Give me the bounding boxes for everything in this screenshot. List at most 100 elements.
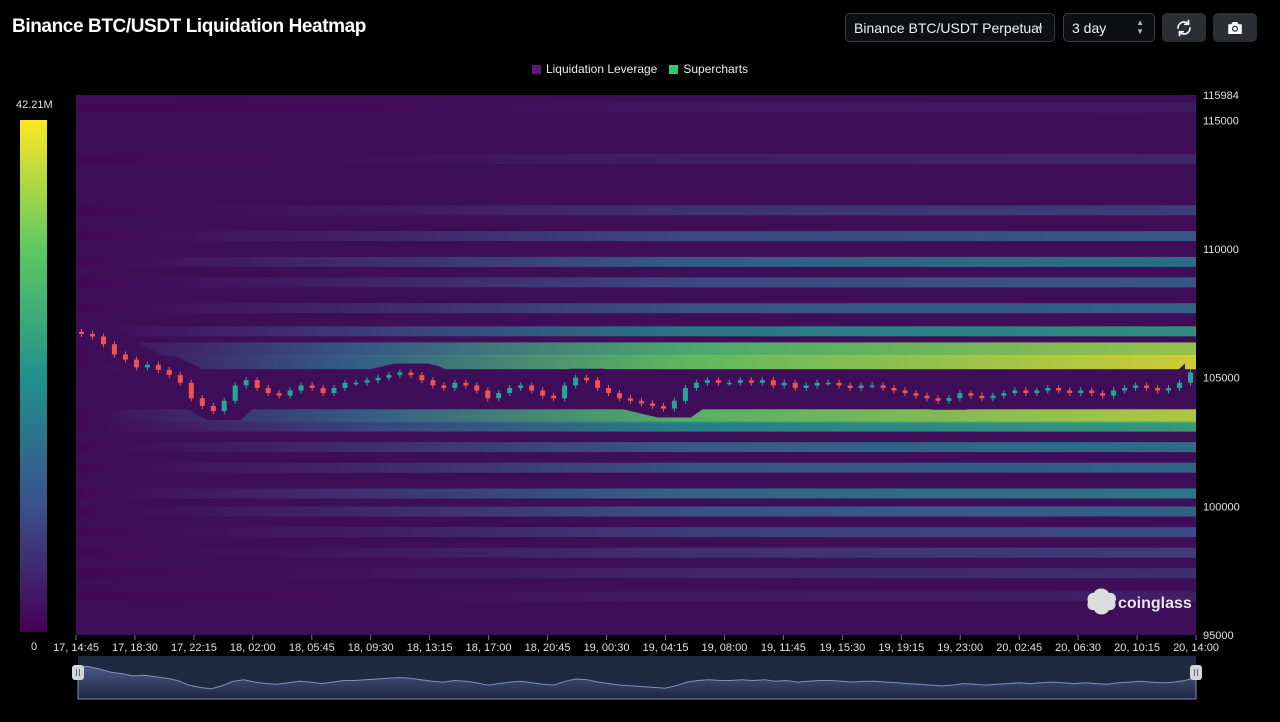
x-tick-label: 18, 17:00 bbox=[466, 642, 512, 654]
candle-body bbox=[1188, 372, 1193, 383]
candle-body bbox=[1001, 393, 1007, 396]
x-tick-label: 19, 08:00 bbox=[701, 642, 747, 654]
candle-body bbox=[1166, 388, 1171, 391]
candle-body bbox=[847, 385, 853, 388]
candle-body bbox=[364, 380, 370, 383]
candle-body bbox=[265, 388, 271, 394]
candle-body bbox=[199, 398, 205, 406]
candle-body bbox=[353, 382, 359, 385]
x-tick-label: 20, 10:15 bbox=[1114, 642, 1160, 654]
colorbar bbox=[20, 120, 47, 632]
candle-body bbox=[1177, 382, 1182, 388]
x-tick-label: 19, 04:15 bbox=[643, 642, 689, 654]
candle-body bbox=[1122, 388, 1128, 391]
candle-body bbox=[595, 380, 601, 388]
heatmap-band bbox=[76, 102, 1196, 113]
x-tick-label: 19, 23:00 bbox=[937, 642, 983, 654]
candle-body bbox=[968, 393, 974, 396]
candle-body bbox=[166, 369, 172, 375]
candle-body bbox=[715, 380, 721, 383]
candle-body bbox=[177, 375, 183, 383]
x-tick-label: 20, 02:45 bbox=[996, 642, 1042, 654]
candle-body bbox=[342, 382, 348, 388]
candle-body bbox=[639, 400, 644, 404]
x-tick-label: 18, 02:00 bbox=[230, 642, 276, 654]
candle-body bbox=[386, 375, 392, 378]
heatmap-band bbox=[76, 355, 1196, 370]
candle-body bbox=[1045, 388, 1051, 391]
candle-body bbox=[518, 385, 524, 388]
candle-body bbox=[1100, 393, 1106, 396]
x-tick-label: 17, 18:30 bbox=[112, 642, 158, 654]
candle-body bbox=[935, 398, 941, 401]
candle-body bbox=[979, 395, 985, 399]
candle-body bbox=[210, 406, 216, 412]
candle-body bbox=[770, 380, 776, 386]
candle-body bbox=[869, 385, 875, 387]
y-tick-label: 95000 bbox=[1203, 630, 1234, 642]
heatmap-band bbox=[76, 153, 1196, 164]
candle-body bbox=[551, 395, 557, 399]
candle-body bbox=[397, 372, 403, 376]
x-tick-label: 18, 05:45 bbox=[289, 642, 335, 654]
candle-body bbox=[1012, 390, 1018, 394]
candle-body bbox=[1089, 390, 1095, 394]
x-tick-label: 17, 14:45 bbox=[53, 642, 99, 654]
heatmap-band bbox=[76, 568, 1196, 579]
candle-body bbox=[957, 393, 963, 399]
y-tick-label: 100000 bbox=[1203, 501, 1240, 513]
x-tick-label: 19, 15:30 bbox=[819, 642, 865, 654]
candle-body bbox=[1056, 388, 1062, 391]
candle-body bbox=[540, 390, 546, 396]
candle-body bbox=[891, 388, 897, 391]
y-tick-label: 115000 bbox=[1203, 115, 1239, 127]
candle-body bbox=[880, 385, 886, 388]
colorbar-min-label: 0 bbox=[31, 641, 37, 653]
heatmap-band bbox=[76, 488, 1196, 499]
navigator-handle-left[interactable] bbox=[72, 665, 84, 680]
candle-body bbox=[781, 382, 787, 386]
candle-body bbox=[254, 380, 260, 388]
candle-body bbox=[122, 354, 128, 360]
coinglass-watermark: coinglass bbox=[1118, 595, 1192, 612]
x-axis: 17, 14:45 17, 18:30 17, 22:15 18, 02:00 18, … bbox=[53, 635, 1219, 654]
heatmap-band bbox=[76, 342, 1196, 357]
x-tick-label: 20, 06:30 bbox=[1055, 642, 1101, 654]
candle-body bbox=[858, 385, 864, 388]
heatmap-chart[interactable]: 42.21M 0 115984 115000 110000 105000 100000 9… bbox=[0, 0, 1280, 722]
x-tick-label: 17, 22:15 bbox=[171, 642, 217, 654]
candle-body bbox=[309, 385, 315, 388]
candle-body bbox=[408, 372, 414, 376]
heatmap-band bbox=[76, 547, 1196, 558]
candle-body bbox=[671, 400, 677, 409]
candle-body bbox=[507, 388, 513, 394]
candle-body bbox=[375, 377, 381, 381]
candle-body bbox=[990, 395, 996, 399]
navigator-handle-right[interactable] bbox=[1190, 665, 1202, 680]
colorbar-max-label: 42.21M bbox=[16, 99, 53, 111]
candle-body bbox=[726, 382, 732, 385]
candle-body bbox=[320, 388, 326, 394]
candle-body bbox=[430, 380, 436, 386]
candle-body bbox=[1144, 385, 1150, 388]
candle-body bbox=[331, 388, 337, 394]
heatmap-band bbox=[76, 326, 1196, 337]
y-axis: 115984 115000 110000 105000 100000 95000 bbox=[1203, 90, 1240, 642]
candle-body bbox=[682, 388, 688, 401]
candle-body bbox=[496, 393, 502, 399]
x-tick-label: 18, 13:15 bbox=[407, 642, 453, 654]
x-tick-label: 19, 11:45 bbox=[761, 642, 806, 654]
candle-body bbox=[452, 382, 458, 388]
candle-body bbox=[617, 393, 622, 399]
candle-body bbox=[287, 390, 293, 396]
candle-body bbox=[485, 390, 491, 399]
candle-body bbox=[276, 393, 282, 396]
candle-body bbox=[650, 403, 655, 406]
candle-body bbox=[902, 390, 908, 394]
heatmap-band bbox=[76, 506, 1196, 517]
candle-body bbox=[803, 385, 809, 388]
x-tick-label: 18, 20:45 bbox=[525, 642, 571, 654]
candle-body bbox=[1067, 390, 1073, 394]
candle-body bbox=[924, 395, 930, 399]
candle-body bbox=[562, 385, 568, 399]
